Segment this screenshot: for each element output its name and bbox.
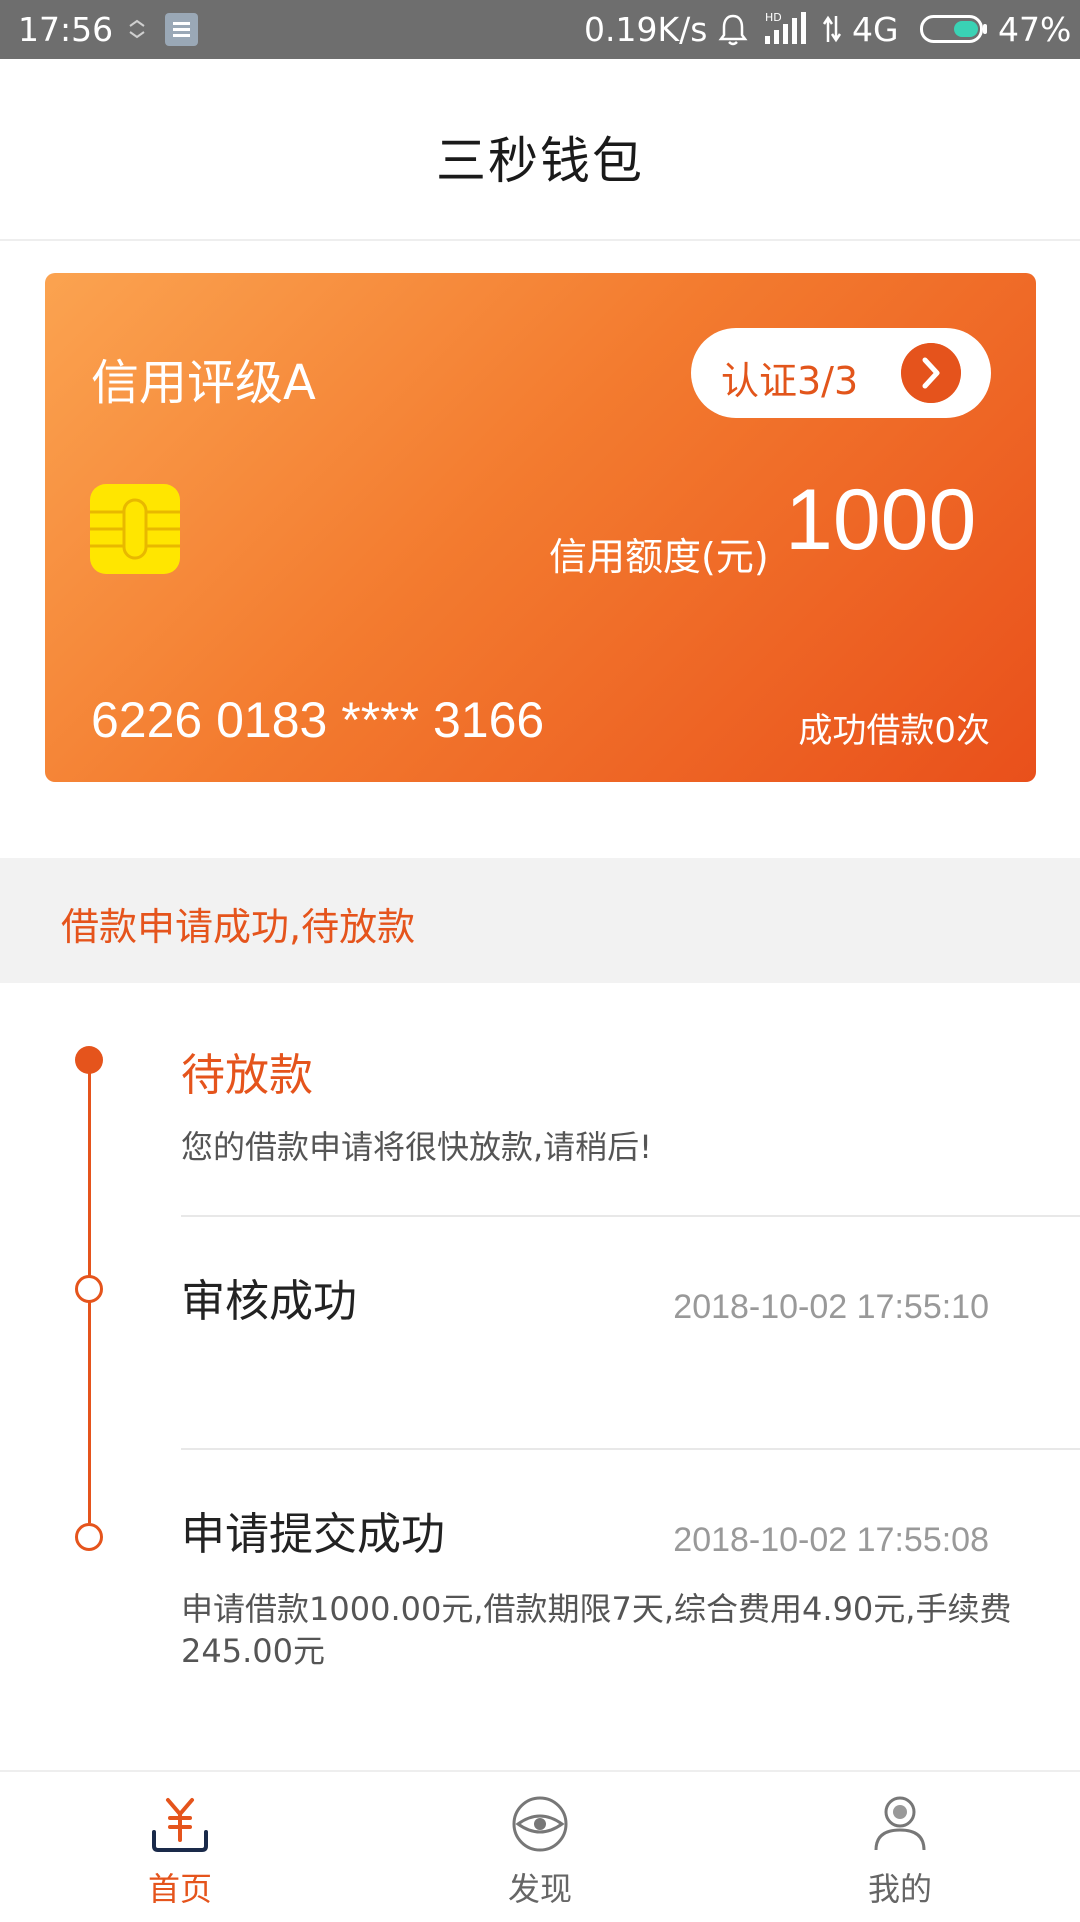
page-title: 三秒钱包 [436,132,644,190]
timeline-divider [181,1215,1080,1217]
credit-limit-value: 1000 [785,472,977,568]
nav-label: 我的 [867,1870,932,1908]
data-transfer-icon [822,15,842,43]
svg-text:HD: HD [765,11,782,24]
credit-grade: 信用评级A [91,355,316,411]
credit-limit-label: 信用额度(元) [549,535,769,579]
loan-status-text: 借款申请成功,待放款 [61,905,416,949]
verify-button[interactable]: 认证3/3 [691,328,991,418]
yen-wallet-icon [152,1798,208,1852]
nav-item-home[interactable]: 首页 [0,1772,360,1922]
credit-card: 信用评级A 认证3/3 信用额度(元) 1000 6226 0183 **** … [45,273,1036,782]
signal-icon: HD [765,11,806,44]
bottom-nav: 首页 发现 我的 [0,1770,1080,1920]
timeline-step-time: 2018-10-02 17:55:10 [673,1288,989,1326]
app-header: 三秒钱包 [0,59,1080,241]
sync-icon [129,19,145,39]
verify-label: 认证3/3 [721,359,859,403]
nav-item-discover[interactable]: 发现 [360,1772,720,1922]
timeline-step-title: 审核成功 [181,1276,357,1327]
timeline-step-desc: 申请借款1000.00元,借款期限7天,综合费用4.90元,手续费245.00元 [181,1590,1012,1670]
timeline-divider [181,1448,1080,1450]
loan-progress-timeline: 待放款 您的借款申请将很快放款,请稍后! 审核成功 2018-10-02 17:… [0,983,1080,1773]
timeline-dot [75,1523,103,1551]
timeline-step-title: 申请提交成功 [181,1509,445,1560]
timeline-step-desc: 您的借款申请将很快放款,请稍后! [181,1128,653,1166]
timeline-dot [75,1275,103,1303]
battery-icon [920,15,987,43]
chevron-right-icon [901,343,961,403]
status-time: 17:56 [18,10,114,49]
nav-label: 发现 [507,1870,572,1908]
status-bar: 17:56 0.19K/s HD 4G 47% [0,0,1080,59]
timeline-step-title: 待放款 [181,1050,313,1101]
network-speed: 0.19K/s [584,10,708,49]
nav-item-mine[interactable]: 我的 [720,1772,1080,1922]
timeline-dot-active [75,1046,103,1074]
loan-count: 成功借款0次 [798,711,990,751]
user-icon [874,1796,926,1851]
battery-percent: 47% [998,10,1072,49]
notification-app-icon [165,13,198,46]
timeline-step-time: 2018-10-02 17:55:08 [673,1521,989,1559]
nav-label: 首页 [147,1870,212,1908]
bell-icon [718,14,748,46]
card-number: 6226 0183 **** 3166 [91,692,545,748]
loan-status-banner: 借款申请成功,待放款 [0,858,1080,983]
eye-icon [512,1796,568,1852]
network-type: 4G [852,10,899,49]
card-chip-icon [90,484,180,574]
